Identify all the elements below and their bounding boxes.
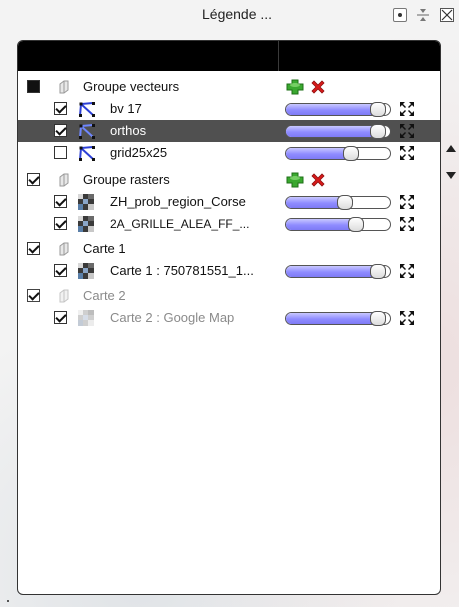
tree-row-label: 2A_GRILLE_ALEA_FF_... <box>110 217 250 231</box>
group-folder-icon <box>59 289 69 303</box>
raster-layer-icon <box>78 263 94 279</box>
window-title: Légende ... <box>202 6 273 22</box>
tree-row-orthos[interactable]: orthos <box>18 120 440 142</box>
tree-row-zh-prob-region-corse[interactable]: ZH_prob_region_Corse <box>18 191 440 213</box>
layer-opacity-slider[interactable] <box>285 124 391 139</box>
layer-opacity-slider[interactable] <box>285 264 391 279</box>
tree-row-label: ZH_prob_region_Corse <box>110 194 246 209</box>
tree-row-label: bv 17 <box>110 101 142 116</box>
legend-panel: Groupe vecteurs bv 17 orthos grid25x25 G… <box>17 40 441 595</box>
opacity-slider-thumb[interactable] <box>343 146 359 161</box>
opacity-slider-thumb[interactable] <box>370 124 386 139</box>
layer-opacity-slider[interactable] <box>285 217 391 232</box>
group-visibility-checkbox[interactable] <box>27 289 40 302</box>
tree-row-groupe-vecteurs[interactable]: Groupe vecteurs <box>18 76 440 98</box>
tree-row-label: Carte 1 : 750781551_1... <box>110 263 254 278</box>
remove-icon[interactable] <box>310 79 326 95</box>
tree-row-carte-2[interactable]: Carte 2 <box>18 285 440 307</box>
layer-visibility-checkbox[interactable] <box>54 102 67 115</box>
zoom-extent-icon[interactable] <box>399 145 415 161</box>
tree-row-label: Groupe rasters <box>83 172 170 187</box>
tree-row-carte-1-layer[interactable]: Carte 1 : 750781551_1... <box>18 260 440 282</box>
legend-header <box>18 41 440 71</box>
opacity-slider-fill <box>286 313 378 324</box>
opacity-slider-fill <box>286 148 350 159</box>
header-divider <box>278 41 279 71</box>
layer-visibility-checkbox[interactable] <box>54 146 67 159</box>
tree-row-label: Groupe vecteurs <box>83 79 180 94</box>
tree-row-label: grid25x25 <box>110 145 168 160</box>
layer-visibility-checkbox[interactable] <box>54 264 67 277</box>
zoom-extent-icon[interactable] <box>399 101 415 117</box>
opacity-slider-thumb[interactable] <box>370 311 386 326</box>
tree-row-2a-grille-alea[interactable]: 2A_GRILLE_ALEA_FF_... <box>18 213 440 235</box>
opacity-slider-thumb[interactable] <box>370 102 386 117</box>
zoom-extent-icon[interactable] <box>399 216 415 232</box>
layer-visibility-checkbox[interactable] <box>54 124 67 137</box>
opacity-slider-thumb[interactable] <box>370 264 386 279</box>
group-folder-icon <box>59 242 69 256</box>
tree-row-grid25x25[interactable]: grid25x25 <box>18 142 440 164</box>
group-folder-icon <box>59 173 69 187</box>
opacity-slider-fill <box>286 219 356 230</box>
group-visibility-checkbox[interactable] <box>27 80 40 93</box>
add-icon[interactable] <box>286 79 304 95</box>
tree-row-carte-1[interactable]: Carte 1 <box>18 238 440 260</box>
tree-row-label: orthos <box>110 123 147 138</box>
move-up-arrow-icon[interactable] <box>446 145 456 152</box>
raster-layer-icon <box>78 194 94 210</box>
layer-opacity-slider[interactable] <box>285 146 391 161</box>
tree-row-label: Carte 2 <box>83 288 126 303</box>
vector-layer-icon <box>79 146 95 161</box>
tree-row-groupe-rasters[interactable]: Groupe rasters <box>18 169 440 191</box>
opacity-slider-fill <box>286 104 378 115</box>
close-icon[interactable] <box>440 8 454 22</box>
opacity-slider-fill <box>286 266 378 277</box>
remove-icon[interactable] <box>310 172 326 188</box>
vector-layer-icon <box>79 124 95 139</box>
float-icon[interactable] <box>416 8 430 22</box>
layer-visibility-checkbox[interactable] <box>54 311 67 324</box>
layer-visibility-checkbox[interactable] <box>54 195 67 208</box>
move-down-arrow-icon[interactable] <box>446 172 456 179</box>
opacity-slider-thumb[interactable] <box>337 195 353 210</box>
zoom-extent-icon[interactable] <box>399 194 415 210</box>
tree-row-label: Carte 1 <box>83 241 126 256</box>
group-visibility-checkbox[interactable] <box>27 242 40 255</box>
zoom-extent-icon[interactable] <box>399 310 415 326</box>
group-folder-icon <box>59 80 69 94</box>
zoom-extent-icon[interactable] <box>399 123 415 139</box>
window-titlebar: Légende ... <box>0 0 459 32</box>
zoom-extent-icon[interactable] <box>399 263 415 279</box>
layer-opacity-slider[interactable] <box>285 102 391 117</box>
tree-row-carte-2-google-map[interactable]: Carte 2 : Google Map <box>18 307 440 329</box>
group-visibility-checkbox[interactable] <box>27 173 40 186</box>
layer-opacity-slider[interactable] <box>285 195 391 210</box>
layer-visibility-checkbox[interactable] <box>54 217 67 230</box>
tree-row-label: Carte 2 : Google Map <box>110 310 235 325</box>
layer-opacity-slider[interactable] <box>285 311 391 326</box>
raster-layer-icon <box>78 310 94 326</box>
add-icon[interactable] <box>286 172 304 188</box>
opacity-slider-fill <box>286 126 378 137</box>
pin-icon[interactable] <box>393 8 407 22</box>
opacity-slider-thumb[interactable] <box>348 217 364 232</box>
vector-layer-icon <box>79 102 95 117</box>
resize-grip <box>7 600 9 602</box>
tree-row-bv-17[interactable]: bv 17 <box>18 98 440 120</box>
raster-layer-icon <box>78 216 94 232</box>
